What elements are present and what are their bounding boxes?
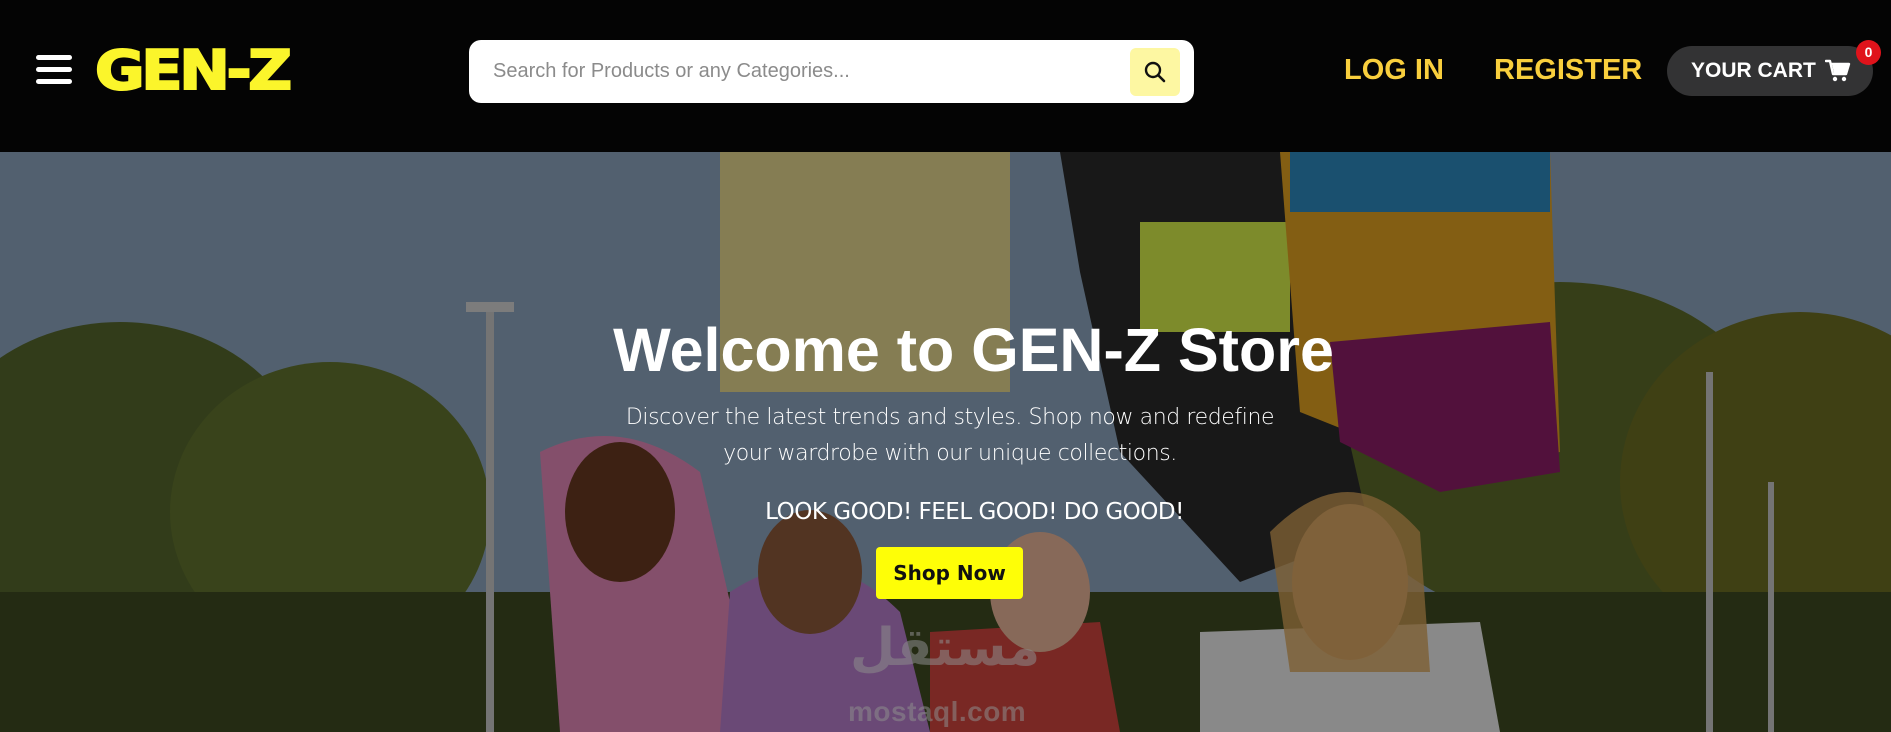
- hero-title: Welcome to GEN-Z Store: [613, 316, 1334, 384]
- brand-logo[interactable]: GEN-Z: [94, 39, 293, 103]
- site-header: GEN-Z LOG IN REGISTER YOUR CART 0: [0, 0, 1891, 152]
- search-icon: [1144, 61, 1166, 83]
- watermark-arabic: مستقل: [850, 618, 1041, 678]
- hamburger-menu-icon[interactable]: [36, 52, 72, 86]
- search-button[interactable]: [1130, 48, 1180, 96]
- search-bar: [469, 40, 1194, 103]
- hero-banner: Welcome to GEN-Z Store Discover the late…: [0, 152, 1891, 732]
- hero-slogan: LOOK GOOD! FEEL GOOD! DO GOOD!: [765, 499, 1184, 525]
- hero-subtitle: Discover the latest trends and styles. S…: [625, 405, 1275, 466]
- shop-now-button[interactable]: Shop Now: [876, 547, 1023, 599]
- search-input[interactable]: [493, 50, 1093, 93]
- cart-button[interactable]: YOUR CART: [1667, 46, 1873, 96]
- register-link[interactable]: REGISTER: [1494, 50, 1642, 90]
- cart-count-badge: 0: [1856, 40, 1881, 65]
- watermark-text: mostaql.com: [848, 696, 1027, 727]
- watermark: مستقل mostaql.com: [848, 612, 1048, 732]
- cart-label: YOUR CART: [1691, 59, 1816, 82]
- login-link[interactable]: LOG IN: [1344, 50, 1444, 90]
- shopping-cart-icon: [1825, 59, 1851, 82]
